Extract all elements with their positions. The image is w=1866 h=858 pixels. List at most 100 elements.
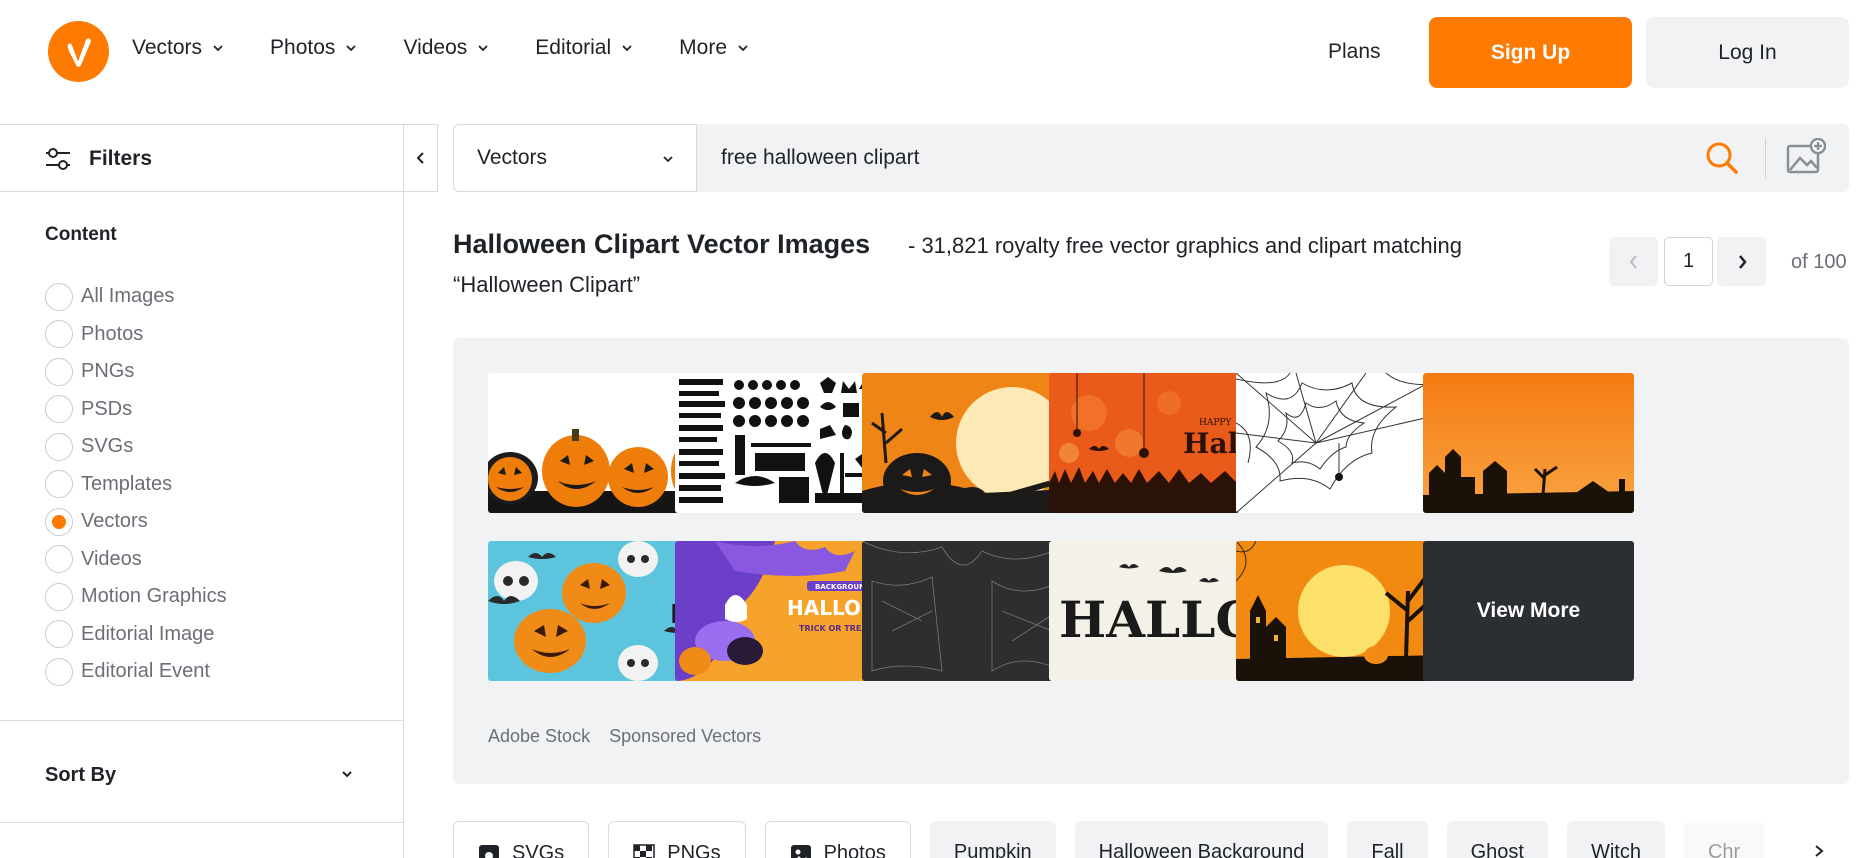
sponsored-thumbnail-spiderweb[interactable] [1236,373,1447,513]
chip-pngs[interactable]: PNGs [608,821,746,858]
vecteezy-logo-icon[interactable] [48,21,109,82]
view-more-label: View More [1476,599,1581,622]
log-in-button[interactable]: Log In [1646,17,1849,88]
radio-button[interactable] [45,620,73,649]
sign-up-button[interactable]: Sign Up [1429,17,1632,88]
halloween-lettering-image: HALLOV [1049,541,1260,681]
search-input[interactable] [721,142,1621,174]
sponsored-thumbnail-skulls-pumpkins[interactable]: HA [488,541,699,681]
chevron-down-icon [346,45,357,52]
filters-sidebar: Filters Content All Images Photos PNGs P… [0,124,404,858]
content-section-title: Content [45,224,117,245]
content-radio-group: All Images Photos PNGs PSDs SVGs Templat… [45,278,227,691]
image-search-icon[interactable] [1786,138,1826,176]
halloween-silhouettes-image [675,373,886,513]
radio-vectors[interactable]: Vectors [45,503,227,541]
plans-link[interactable]: Plans [1328,40,1381,64]
related-chips: SVGs PNGs Photos Pumpkin Halloween Backg… [453,821,1765,858]
nav-photos[interactable]: Photos [270,36,357,60]
nav-more[interactable]: More [679,36,749,60]
sponsored-thumbnail-happy-halloween[interactable]: HAPPY Hallowee [1049,373,1260,513]
nav-videos[interactable]: Videos [403,36,489,60]
sort-by-toggle[interactable]: Sort By [45,764,116,787]
sponsored-thumbnail-halloween-lettering[interactable]: HALLOV [1049,541,1260,681]
chip-label: Pumpkin [953,841,1032,858]
radio-label: Vectors [81,510,148,533]
chevron-left-icon [416,152,424,164]
chip-ghost[interactable]: Ghost [1446,821,1548,858]
nav-videos-label: Videos [403,36,468,59]
radio-button[interactable] [45,282,73,311]
chip-photos[interactable]: Photos [764,821,911,858]
chevron-down-icon[interactable] [340,767,354,781]
svg-file-icon [479,845,499,858]
radio-psds[interactable]: PSDs [45,391,227,429]
collapse-sidebar-button[interactable] [404,124,438,192]
chip-label: PNGs [667,842,721,858]
nav-editorial[interactable]: Editorial [535,36,633,60]
radio-templates[interactable]: Templates [45,466,227,504]
radio-photos[interactable]: Photos [45,316,227,354]
chevron-down-icon [663,156,673,163]
chip-label: Witch [1590,841,1641,858]
chevron-down-icon [738,45,748,52]
happy-halloween-image: HAPPY Hallowee [1049,373,1260,513]
chip-christmas-partial[interactable]: Chr [1683,821,1765,858]
view-more-button[interactable]: View More [1423,541,1634,681]
radio-videos[interactable]: Videos [45,541,227,579]
radio-button-checked[interactable] [45,507,73,536]
sponsored-thumbnail-halloween-party[interactable]: BACKGROUND HALLOWE TRICK OR TREAT PA [675,541,886,681]
page-number-input[interactable]: 1 [1664,237,1713,286]
sidebar-divider [0,720,404,721]
castle-moon-image [1236,541,1447,681]
spiderweb-image [1236,373,1447,513]
radio-motion-graphics[interactable]: Motion Graphics [45,578,227,616]
sponsored-thumbnail-dark-webs[interactable] [862,541,1073,681]
chip-halloween-background[interactable]: Halloween Background [1074,821,1329,858]
sponsored-panel: HAPPY Hallowee [453,338,1849,784]
sponsored-thumbnail-silhouettes[interactable] [675,373,886,513]
radio-pngs[interactable]: PNGs [45,353,227,391]
radio-button[interactable] [45,545,73,574]
chevron-down-icon [622,45,632,52]
radio-all-images[interactable]: All Images [45,278,227,316]
radio-editorial-image[interactable]: Editorial Image [45,616,227,654]
search-category-value: Vectors [477,146,548,169]
radio-editorial-event[interactable]: Editorial Event [45,653,227,691]
next-page-button[interactable] [1717,237,1766,286]
chevron-right-icon [1738,254,1747,269]
radio-button[interactable] [45,357,73,386]
chip-label: Chr [1707,841,1741,858]
skulls-pumpkins-image: HA [488,541,699,681]
search-category-select[interactable]: Vectors [453,124,697,192]
chevron-right-icon[interactable] [1812,844,1826,858]
sponsored-thumbnail-haunted-house[interactable] [1423,373,1634,513]
radio-label: Templates [81,472,173,495]
adobe-stock-label[interactable]: Adobe Stock [488,726,590,747]
radio-label: PNGs [81,360,135,383]
radio-svgs[interactable]: SVGs [45,428,227,466]
results-query-subtitle: “Halloween Clipart” [453,272,641,297]
top-nav-bar: Vectors Photos Videos Editorial More Pla… [0,0,1866,104]
filters-header[interactable]: Filters [0,124,404,192]
chip-svgs[interactable]: SVGs [453,821,590,858]
previous-page-button[interactable] [1609,237,1658,286]
radio-button[interactable] [45,432,73,461]
radio-button[interactable] [45,470,73,499]
sponsored-thumbnail-moon-pumpkin[interactable] [862,373,1073,513]
photo-icon [790,845,811,858]
main-nav: Vectors Photos Videos Editorial More [132,36,749,60]
radio-button[interactable] [45,657,73,686]
radio-button[interactable] [45,320,73,349]
results-count-subtitle: - 31,821 royalty free vector graphics an… [908,233,1462,258]
sponsored-thumbnail-castle-moon[interactable] [1236,541,1447,681]
radio-button[interactable] [45,395,73,424]
sponsored-thumbnail-pumpkins[interactable] [488,373,699,513]
chip-witch[interactable]: Witch [1566,821,1665,858]
nav-vectors[interactable]: Vectors [132,36,224,60]
search-icon[interactable] [1705,141,1739,175]
radio-button[interactable] [45,582,73,611]
chip-pumpkin[interactable]: Pumpkin [929,821,1056,858]
page-title: Halloween Clipart Vector Images [453,229,871,259]
chip-fall[interactable]: Fall [1347,821,1428,858]
